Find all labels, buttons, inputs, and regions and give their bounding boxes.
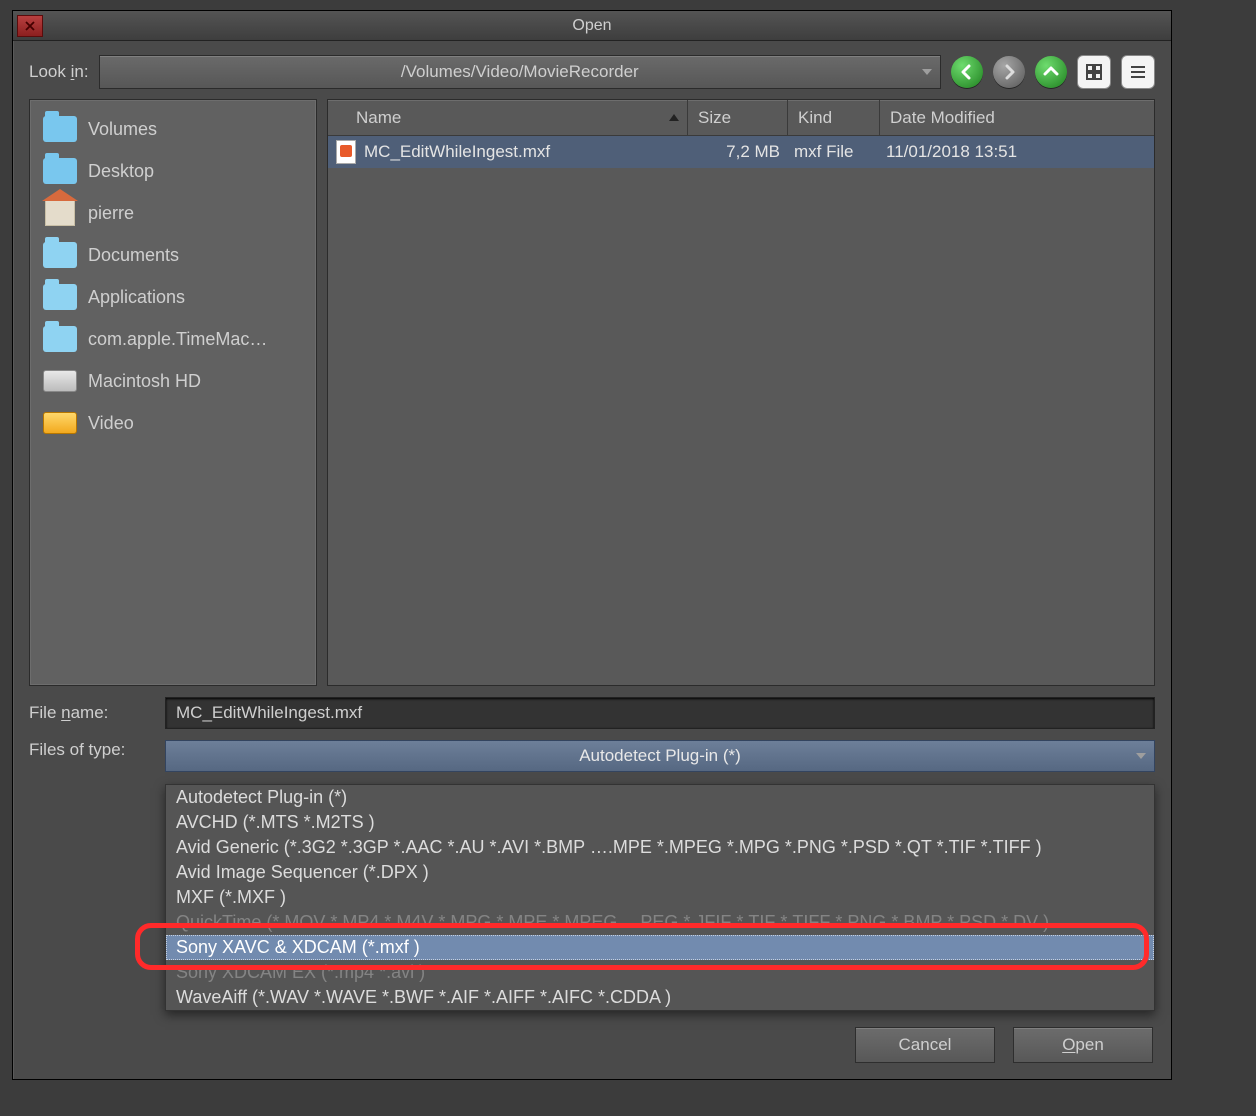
lookin-label: Look in:: [29, 62, 89, 82]
column-date[interactable]: Date Modified: [880, 100, 1154, 135]
home-icon: [42, 198, 78, 228]
folder-icon: [42, 156, 78, 186]
filetype-label: Files of type:: [29, 740, 147, 760]
places-item-label: Macintosh HD: [88, 371, 201, 392]
open-button[interactable]: Open: [1013, 1027, 1153, 1063]
filetype-option[interactable]: Sony XDCAM EX (*.mp4 *.avi ): [166, 960, 1154, 985]
filetype-option[interactable]: Autodetect Plug-in (*): [166, 785, 1154, 810]
places-item-label: Desktop: [88, 161, 154, 182]
sort-ascending-icon: [669, 114, 679, 121]
column-kind[interactable]: Kind: [788, 100, 880, 135]
view-grid-button[interactable]: [1077, 55, 1111, 89]
file-rows: MC_EditWhileIngest.mxf 7,2 MBmxf File11/0…: [328, 136, 1154, 685]
filetype-option[interactable]: Avid Generic (*.3G2 *.3GP *.AAC *.AU *.A…: [166, 835, 1154, 860]
file-icon: [336, 140, 356, 164]
filetype-option[interactable]: Avid Image Sequencer (*.DPX ): [166, 860, 1154, 885]
filetype-selected: Autodetect Plug-in (*): [579, 746, 741, 766]
folder-dim-icon: [42, 240, 78, 270]
file-name: MC_EditWhileIngest.mxf: [364, 142, 550, 162]
folder-icon: [42, 114, 78, 144]
view-list-button[interactable]: [1121, 55, 1155, 89]
places-item-label: Applications: [88, 287, 185, 308]
filetype-option[interactable]: QuickTime (*.MOV *.MP4 *.M4V *.MPG *.MPE…: [166, 910, 1154, 935]
filename-input[interactable]: [165, 697, 1155, 729]
file-date: 11/01/2018 13:51: [880, 142, 1154, 162]
filetype-option[interactable]: AVCHD (*.MTS *.M2TS ): [166, 810, 1154, 835]
file-size: 7,2 MB: [688, 142, 788, 162]
filename-label: File name:: [29, 703, 147, 723]
filetype-option[interactable]: MXF (*.MXF ): [166, 885, 1154, 910]
lookin-path-text: /Volumes/Video/MovieRecorder: [401, 62, 639, 82]
column-name[interactable]: Name: [328, 100, 688, 135]
window-title: Open: [43, 17, 1141, 35]
filetype-dropdown[interactable]: Autodetect Plug-in (*)AVCHD (*.MTS *.M2T…: [165, 784, 1155, 1011]
ext-icon: [42, 408, 78, 438]
folder-dim-icon: [42, 324, 78, 354]
places-item-label: Video: [88, 413, 134, 434]
nav-up-button[interactable]: [1035, 56, 1067, 88]
filetype-option[interactable]: Sony XAVC & XDCAM (*.mxf ): [166, 935, 1154, 960]
filetype-option[interactable]: WaveAiff (*.WAV *.WAVE *.BWF *.AIF *.AIF…: [166, 985, 1154, 1010]
close-button[interactable]: [17, 15, 43, 37]
places-item[interactable]: pierre: [36, 194, 310, 232]
places-item[interactable]: com.apple.TimeMac…: [36, 320, 310, 358]
places-item[interactable]: Applications: [36, 278, 310, 316]
places-item[interactable]: Volumes: [36, 110, 310, 148]
lookin-path-combo[interactable]: /Volumes/Video/MovieRecorder: [99, 55, 941, 89]
file-list: Name Size Kind Date Modified MC_EditWhil…: [327, 99, 1155, 686]
places-item[interactable]: Video: [36, 404, 310, 442]
places-item-label: Volumes: [88, 119, 157, 140]
nav-back-button[interactable]: [951, 56, 983, 88]
hdd-icon: [42, 366, 78, 396]
places-item-label: Documents: [88, 245, 179, 266]
places-item-label: pierre: [88, 203, 134, 224]
chevron-down-icon: [1136, 753, 1146, 759]
filetype-combo[interactable]: Autodetect Plug-in (*): [165, 740, 1155, 772]
file-row[interactable]: MC_EditWhileIngest.mxf 7,2 MBmxf File11/0…: [328, 136, 1154, 168]
file-kind: mxf File: [788, 142, 880, 162]
places-item[interactable]: Macintosh HD: [36, 362, 310, 400]
open-dialog: Open Look in: /Volumes/Video/MovieRecord…: [12, 10, 1172, 1080]
places-item[interactable]: Documents: [36, 236, 310, 274]
places-item[interactable]: Desktop: [36, 152, 310, 190]
chevron-down-icon: [922, 69, 932, 75]
nav-forward-button[interactable]: [993, 56, 1025, 88]
column-headers: Name Size Kind Date Modified: [328, 100, 1154, 136]
cancel-button[interactable]: Cancel: [855, 1027, 995, 1063]
column-size[interactable]: Size: [688, 100, 788, 135]
titlebar: Open: [13, 11, 1171, 41]
places-item-label: com.apple.TimeMac…: [88, 329, 267, 350]
places-sidebar: Volumes Desktop pierre Documents Application…: [29, 99, 317, 686]
folder-dim-icon: [42, 282, 78, 312]
